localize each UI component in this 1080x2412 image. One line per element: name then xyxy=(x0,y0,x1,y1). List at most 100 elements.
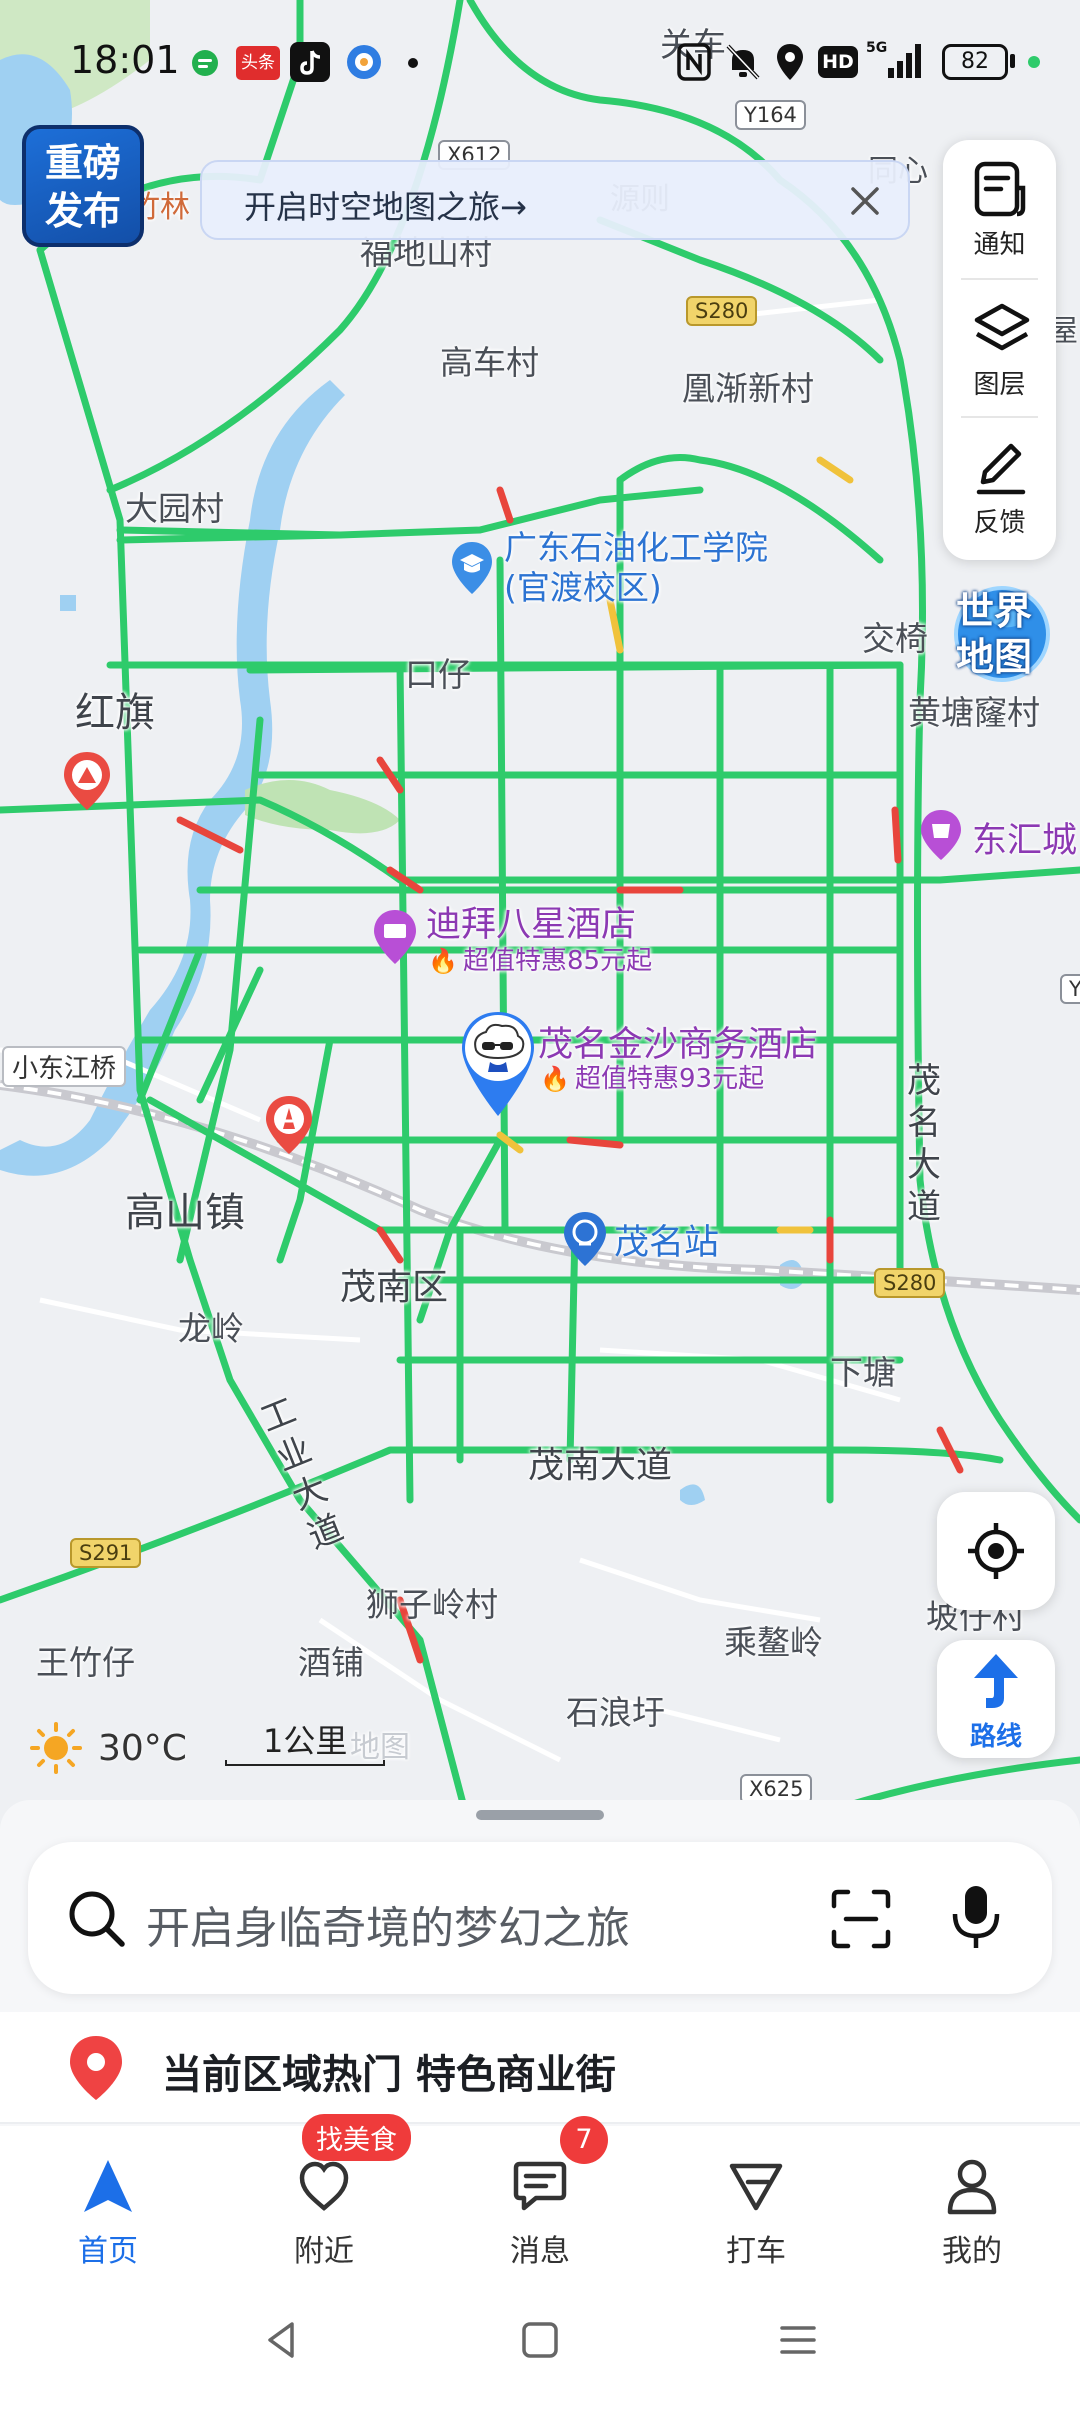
map-label-huangtang: 黄塘窿村 xyxy=(908,693,1040,732)
system-nav-bar xyxy=(0,2280,1080,2412)
map-label-jiaoqi: 交椅 xyxy=(862,619,928,658)
map-label-xiatang: 下塘 xyxy=(830,1353,896,1392)
map-label-jiupu: 酒铺 xyxy=(298,1643,364,1682)
map-side-panel: 通知 图层 反馈 xyxy=(943,140,1056,560)
battery-icon: 82 xyxy=(942,44,1008,80)
tab-nearby[interactable]: 附近 找美食 xyxy=(216,2114,432,2280)
divider xyxy=(0,2122,1080,2124)
traffic-cone-marker-icon[interactable] xyxy=(262,1094,316,1158)
message-icon xyxy=(513,2161,567,2211)
road-shield-y-edge: Y xyxy=(1060,974,1080,1004)
banner-text: 开启时空地图之旅→ xyxy=(244,188,527,226)
map-label-maonan: 茂南区 xyxy=(340,1267,449,1308)
route-label: 路线 xyxy=(969,1722,1022,1752)
tab-taxi[interactable]: 打车 xyxy=(648,2126,864,2280)
taxi-icon xyxy=(729,2163,783,2211)
messages-badge: 7 xyxy=(560,2116,608,2164)
search-placeholder: 开启身临奇境的梦幻之旅 xyxy=(146,1903,630,1954)
tab-home[interactable]: 首页 xyxy=(0,2126,216,2280)
route-button[interactable]: 路线 xyxy=(937,1640,1055,1758)
hotel-pin-icon xyxy=(374,910,416,964)
world-map-badge[interactable]: 世界地图 xyxy=(942,582,1050,684)
home-square-icon[interactable] xyxy=(516,2316,564,2364)
map-label-chengaoling: 乘鳌岭 xyxy=(724,1623,823,1662)
map-label-wangzhuzai: 王竹仔 xyxy=(36,1643,135,1682)
battery-level: 82 xyxy=(961,49,989,74)
map-canvas[interactable]: 关车 福地山村 高车村 凰渐新村 大园村 口仔 红旗 交椅 黄塘窿村 小东江桥 … xyxy=(0,0,1080,1870)
scale-bar xyxy=(225,1760,385,1766)
user-avatar-marker-icon xyxy=(462,1012,534,1116)
nearby-heart-icon xyxy=(299,2161,349,2211)
svg-text:5G: 5G xyxy=(866,40,887,56)
fire-icon: 🔥 xyxy=(540,1065,570,1093)
tab-nearby-label: 附近 xyxy=(294,2234,354,2269)
tab-home-label: 首页 xyxy=(78,2234,138,2269)
nearby-badge: 找美食 xyxy=(302,2114,411,2161)
map-label-hongqi: 红旗 xyxy=(75,690,155,736)
poi-jinsha-promo-text: 超值特惠93元起 xyxy=(574,1064,765,1094)
scale-label: 1公里 xyxy=(263,1722,348,1760)
location-icon xyxy=(777,44,803,80)
locate-button[interactable] xyxy=(937,1492,1055,1610)
tab-taxi-label: 打车 xyxy=(726,2234,786,2269)
map-label-gaoche: 高车村 xyxy=(440,343,539,382)
fire-icon: 🔥 xyxy=(428,947,458,975)
layers-icon xyxy=(974,303,1030,351)
route-arrow-icon xyxy=(974,1654,1018,1708)
close-icon[interactable] xyxy=(842,178,888,224)
scan-icon[interactable] xyxy=(828,1886,894,1952)
road-shield-s280-north: S280 xyxy=(686,296,758,326)
weather-temp: 30°C xyxy=(98,1728,187,1769)
notice-label: 通知 xyxy=(973,230,1026,260)
location-pin-icon xyxy=(70,2036,122,2100)
construction-marker-icon[interactable] xyxy=(60,750,114,814)
notice-button[interactable]: 通知 xyxy=(943,140,1056,270)
bottom-tab-bar: 首页 附近 找美食 消息 7 打车 我的 xyxy=(0,2114,1080,2280)
user-icon xyxy=(947,2159,997,2215)
battery-tip xyxy=(1010,54,1015,68)
hd-icon: HD xyxy=(818,46,858,78)
layers-button[interactable]: 图层 xyxy=(943,280,1056,410)
map-label-maoming-avenue: 茂名大道 xyxy=(907,1061,941,1227)
map-label-xiaodongjiang: 小东江桥 xyxy=(2,1046,127,1087)
college-pin-icon xyxy=(452,542,492,594)
tab-messages-label: 消息 xyxy=(510,2234,570,2269)
poi-college-label: 广东石油化工学院(官渡校区) xyxy=(504,528,768,607)
map-label-kouzi: 口仔 xyxy=(405,655,471,694)
notice-icon xyxy=(974,161,1026,217)
announcement-badge[interactable]: 重磅发布 xyxy=(22,125,144,247)
map-label-dayuan: 大园村 xyxy=(125,489,224,528)
tiktok-icon xyxy=(290,42,330,82)
feedback-button[interactable]: 反馈 xyxy=(943,418,1056,548)
hot-area-text: 当前区域热门 特色商业街 xyxy=(162,2052,616,2098)
road-shield-s291: S291 xyxy=(70,1538,142,1568)
toutiao-icon: 头条 xyxy=(236,46,280,80)
poi-dubai-promo: 🔥 超值特惠85元起 xyxy=(428,940,652,977)
hot-area-row[interactable]: 当前区域热门 特色商业街 xyxy=(0,2012,1080,2124)
status-bar: 18:01 头条 HD 5G 82 xyxy=(0,0,1080,120)
poi-station-label: 茂名站 xyxy=(614,1223,720,1263)
search-icon xyxy=(69,1891,125,1947)
feedback-pen-icon xyxy=(976,443,1026,495)
world-map-text: 世界地图 xyxy=(955,589,1032,679)
poi-dubai-promo-text: 超值特惠85元起 xyxy=(462,946,653,976)
announcement-badge-text: 重磅发布 xyxy=(44,141,121,233)
tab-messages[interactable]: 消息 7 xyxy=(432,2116,648,2280)
tab-me-label: 我的 xyxy=(942,2234,1002,2269)
poi-jinsha-promo: 🔥 超值特惠93元起 xyxy=(540,1058,764,1095)
map-label-shilangxu: 石浪圩 xyxy=(566,1693,665,1732)
wechat-icon xyxy=(192,50,218,76)
map-label-longling: 龙岭 xyxy=(178,1309,244,1348)
nfc-icon xyxy=(677,43,711,81)
menu-icon[interactable] xyxy=(774,2316,822,2364)
charging-dot-icon xyxy=(1028,56,1040,68)
mute-icon xyxy=(726,44,760,80)
map-label-shiziling: 狮子岭村 xyxy=(366,1585,498,1624)
search-bar[interactable]: 开启身临奇境的梦幻之旅 xyxy=(28,1842,1052,1994)
tab-me[interactable]: 我的 xyxy=(864,2126,1080,2280)
sheet-drag-handle[interactable] xyxy=(476,1810,604,1820)
microphone-icon[interactable] xyxy=(946,1882,1006,1954)
time-space-map-banner[interactable]: 开启时空地图之旅→ xyxy=(200,160,910,240)
back-icon[interactable] xyxy=(258,2316,306,2364)
user-location-marker xyxy=(456,1006,540,1120)
